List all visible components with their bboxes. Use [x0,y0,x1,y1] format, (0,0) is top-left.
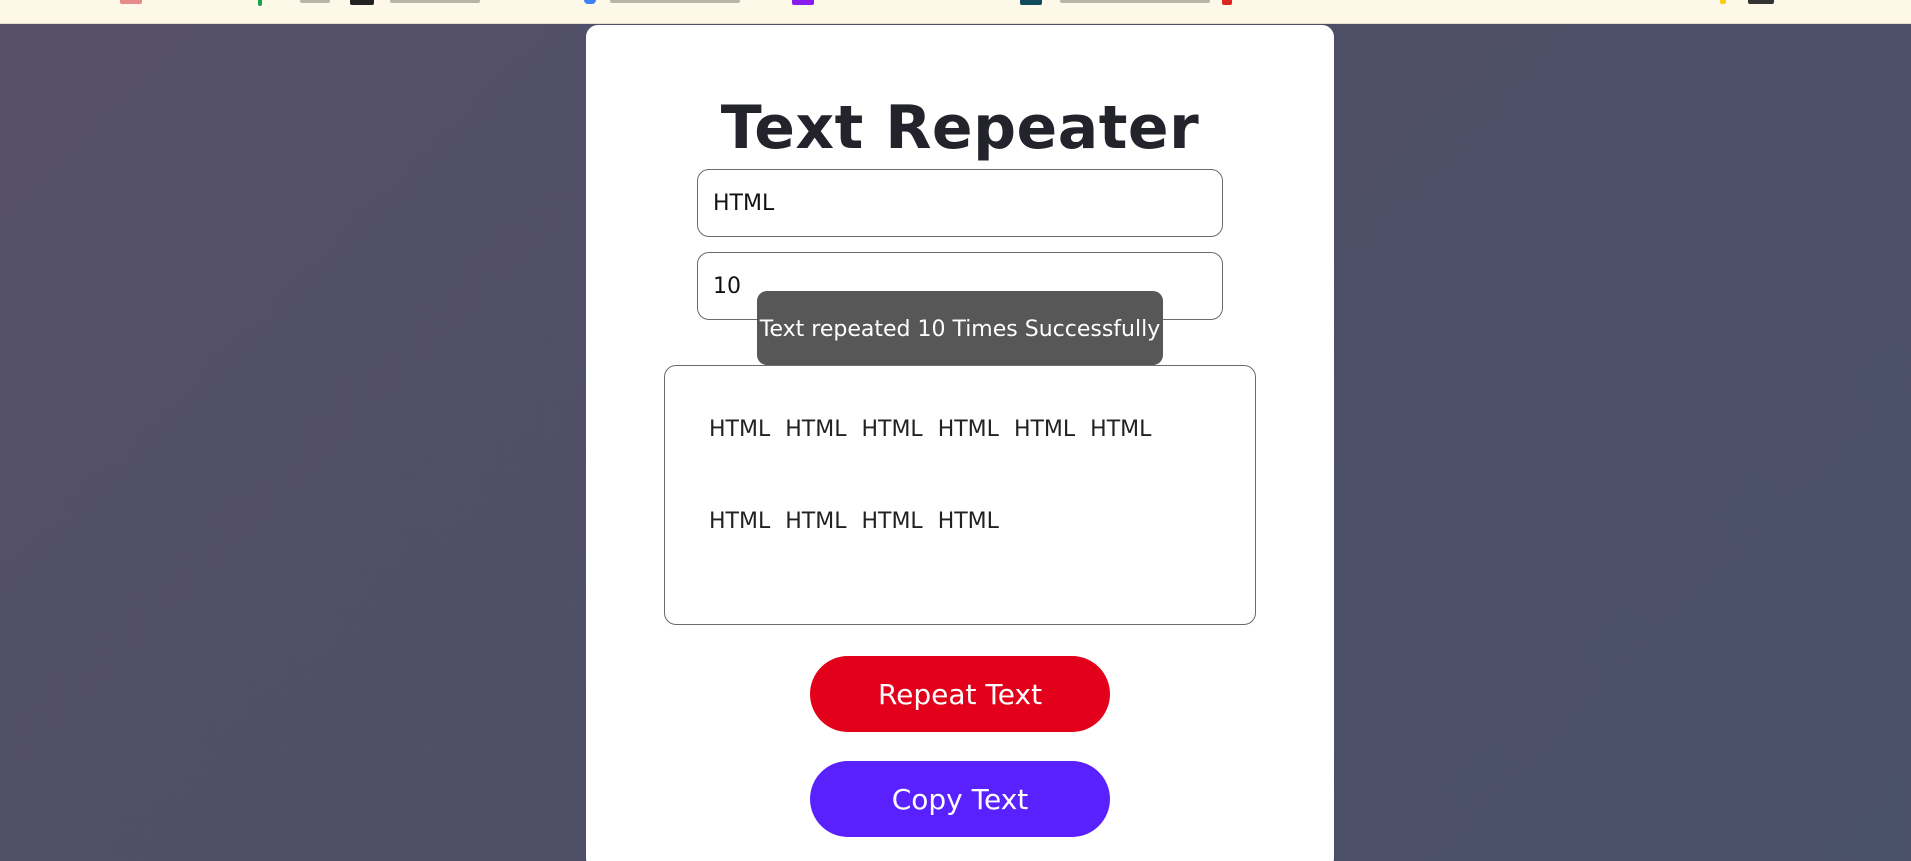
bookmark-favicon-icon[interactable] [1720,0,1726,4]
bookmark-favicon-icon[interactable] [258,0,262,6]
output-word: HTML [709,509,771,534]
bookmark-label[interactable] [300,0,330,3]
bookmark-favicon-icon[interactable] [1020,0,1042,5]
output-word: HTML [709,417,771,442]
text-input[interactable] [697,169,1223,237]
output-textarea[interactable]: HTML HTML HTML HTML HTML HTML HTML HTML HTML HTML [664,365,1256,625]
output-word: HTML [937,509,999,534]
output-word: HTML [937,417,999,442]
output-word: HTML [785,417,847,442]
bookmark-favicon-icon[interactable] [792,0,814,5]
output-word: HTML [1090,417,1152,442]
output-word: HTML [785,509,847,534]
bookmark-label[interactable] [610,0,740,3]
copy-text-button[interactable]: Copy Text [810,761,1110,837]
bookmark-favicon-icon[interactable] [1748,0,1774,4]
success-toast: Text repeated 10 Times Successfully [757,291,1163,365]
output-word: HTML [861,417,923,442]
output-word: HTML [861,509,923,534]
bookmark-favicon-icon[interactable] [584,0,596,4]
bookmark-favicon-icon[interactable] [350,0,374,5]
bookmarks-bar [0,0,1911,24]
bookmark-favicon-icon[interactable] [1222,0,1232,5]
output-words: HTML HTML HTML HTML HTML HTML HTML HTML HTML HTML [709,416,1209,536]
text-repeater-card: Text Repeater Text repeated 10 Times Suc… [586,25,1334,861]
output-word: HTML [1013,417,1076,442]
bookmark-label[interactable] [390,0,480,3]
bookmark-label[interactable] [1060,0,1210,3]
page-title: Text Repeater [720,93,1200,163]
bookmark-favicon-icon[interactable] [120,0,142,4]
repeat-text-button[interactable]: Repeat Text [810,656,1110,732]
